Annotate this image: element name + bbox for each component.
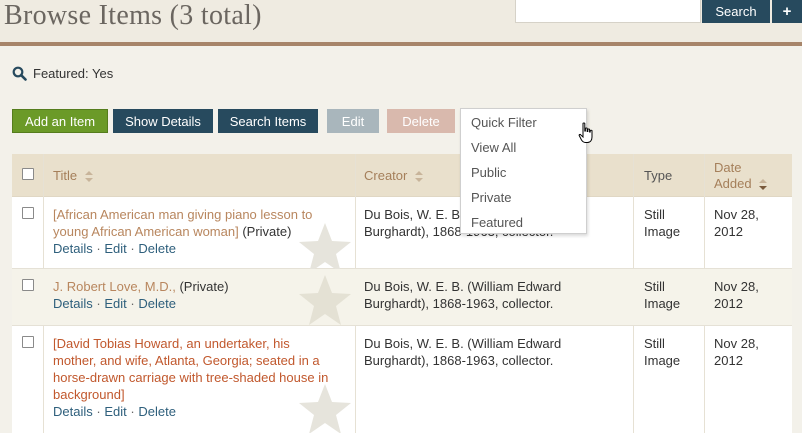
row-checkbox[interactable] [22, 336, 34, 348]
details-link[interactable]: Details [53, 241, 93, 256]
private-status: (Private) [179, 279, 229, 294]
delete-button[interactable]: Delete [387, 109, 455, 133]
edit-button[interactable]: Edit [327, 109, 379, 133]
creator-line: Du Bois, W. E. B. (William Edward [364, 279, 562, 294]
creator-line: Du Bois, W. E. B. (William Edward [364, 336, 562, 351]
search-button[interactable]: Search [702, 0, 770, 23]
type-cell: Still Image [644, 335, 680, 369]
column-type: Type [644, 168, 673, 183]
date-cell: Nov 28, 2012 [714, 206, 759, 240]
column-creator[interactable]: Creator [364, 168, 423, 183]
delete-link[interactable]: Delete [138, 241, 176, 256]
delete-link[interactable]: Delete [138, 296, 176, 311]
private-status: (Private) [242, 224, 292, 239]
sort-icon [84, 171, 93, 183]
row-checkbox[interactable] [22, 207, 34, 219]
edit-link[interactable]: Edit [104, 241, 126, 256]
item-title-link[interactable]: [African American man giving piano lesso… [53, 207, 312, 222]
type-line: Still [644, 336, 665, 351]
search-icon [12, 66, 27, 81]
sort-desc-icon [759, 179, 768, 191]
details-link[interactable]: Details [53, 296, 93, 311]
date-cell: Nov 28, 2012 [714, 335, 759, 369]
sort-icon [414, 171, 423, 183]
dropdown-option-featured[interactable]: Featured [471, 215, 523, 230]
row-checkbox[interactable] [22, 279, 34, 291]
date-line: Nov 28, [714, 336, 759, 351]
edit-link[interactable]: Edit [104, 404, 126, 419]
item-title-cell: [David Tobias Howard, an undertaker, his… [53, 335, 353, 420]
row-actions: Details · Edit · Delete [53, 403, 353, 420]
edit-link[interactable]: Edit [104, 296, 126, 311]
items-table: Title Creator Type Date Added [African A… [12, 154, 792, 433]
dropdown-option-private[interactable]: Private [471, 190, 511, 205]
item-title-cell: [African American man giving piano lesso… [53, 206, 353, 257]
type-line: Image [644, 224, 681, 239]
column-title-label: Title [53, 168, 78, 183]
type-line: Image [644, 296, 681, 311]
column-date-label: Date [714, 160, 742, 175]
search-items-button[interactable]: Search Items [218, 109, 318, 133]
table-row: [African American man giving piano lesso… [12, 197, 792, 273]
filter-label: Featured: Yes [33, 66, 114, 81]
item-title-link[interactable]: J. Robert Love, M.D., [53, 279, 176, 294]
active-filter: Featured: Yes [12, 66, 113, 81]
item-title-link[interactable]: young African American woman] [53, 224, 239, 239]
creator-cell: Du Bois, W. E. B. (William Edward Burgha… [364, 278, 629, 312]
item-title-link[interactable]: background] [53, 386, 353, 403]
row-actions: Details · Edit · Delete [53, 240, 353, 257]
separator: · [96, 404, 101, 419]
item-title-link[interactable]: mother, and wife, Atlanta, Georgia; seat… [53, 352, 353, 369]
column-date-added[interactable]: Date Added [714, 160, 768, 192]
select-all-checkbox[interactable] [22, 168, 34, 180]
creator-cell: Du Bois, W. E. B. (William Edward Burgha… [364, 335, 629, 369]
date-line: Nov 28, [714, 279, 759, 294]
table-row: J. Robert Love, M.D., (Private) Details … [12, 269, 792, 326]
column-creator-label: Creator [364, 168, 408, 183]
creator-line: Burghardt), 1868-1963, collector. [364, 353, 554, 368]
column-title[interactable]: Title [53, 168, 93, 183]
type-line: Still [644, 207, 665, 222]
type-line: Image [644, 353, 681, 368]
date-line: 2012 [714, 353, 743, 368]
separator: · [130, 404, 135, 419]
separator: · [96, 296, 101, 311]
details-link[interactable]: Details [53, 404, 93, 419]
row-actions: Details · Edit · Delete [53, 295, 353, 312]
page-header: Browse Items (3 total) Search + [0, 0, 802, 46]
dropdown-option-quick-filter[interactable]: Quick Filter [471, 115, 537, 130]
show-details-button[interactable]: Show Details [113, 109, 213, 133]
add-item-button[interactable]: Add an Item [12, 109, 108, 133]
item-title-link[interactable]: [David Tobias Howard, an undertaker, his [53, 335, 353, 352]
table-header: Title Creator Type Date Added [12, 154, 792, 197]
item-title-link[interactable]: horse-drawn carriage with tree-shaded ho… [53, 369, 353, 386]
date-cell: Nov 28, 2012 [714, 278, 759, 312]
page-title: Browse Items (3 total) [4, 0, 262, 31]
date-line: 2012 [714, 296, 743, 311]
creator-line: Burghardt), 1868-1963, collector. [364, 296, 554, 311]
date-line: 2012 [714, 224, 743, 239]
dropdown-option-public[interactable]: Public [471, 165, 506, 180]
separator: · [130, 241, 135, 256]
dropdown-option-view-all[interactable]: View All [471, 140, 516, 155]
filter-dropdown-menu: Quick Filter View All Public Private Fea… [460, 108, 587, 234]
search-input[interactable] [515, 0, 701, 23]
table-row: [David Tobias Howard, an undertaker, his… [12, 326, 792, 433]
hand-cursor-icon [578, 122, 593, 143]
delete-link[interactable]: Delete [138, 404, 176, 419]
type-cell: Still Image [644, 278, 680, 312]
type-line: Still [644, 279, 665, 294]
date-line: Nov 28, [714, 207, 759, 222]
column-date-label: Added [714, 176, 752, 191]
type-cell: Still Image [644, 206, 680, 240]
separator: · [96, 241, 101, 256]
item-title-cell: J. Robert Love, M.D., (Private) Details … [53, 278, 353, 312]
advanced-search-button[interactable]: + [772, 0, 802, 23]
separator: · [130, 296, 135, 311]
